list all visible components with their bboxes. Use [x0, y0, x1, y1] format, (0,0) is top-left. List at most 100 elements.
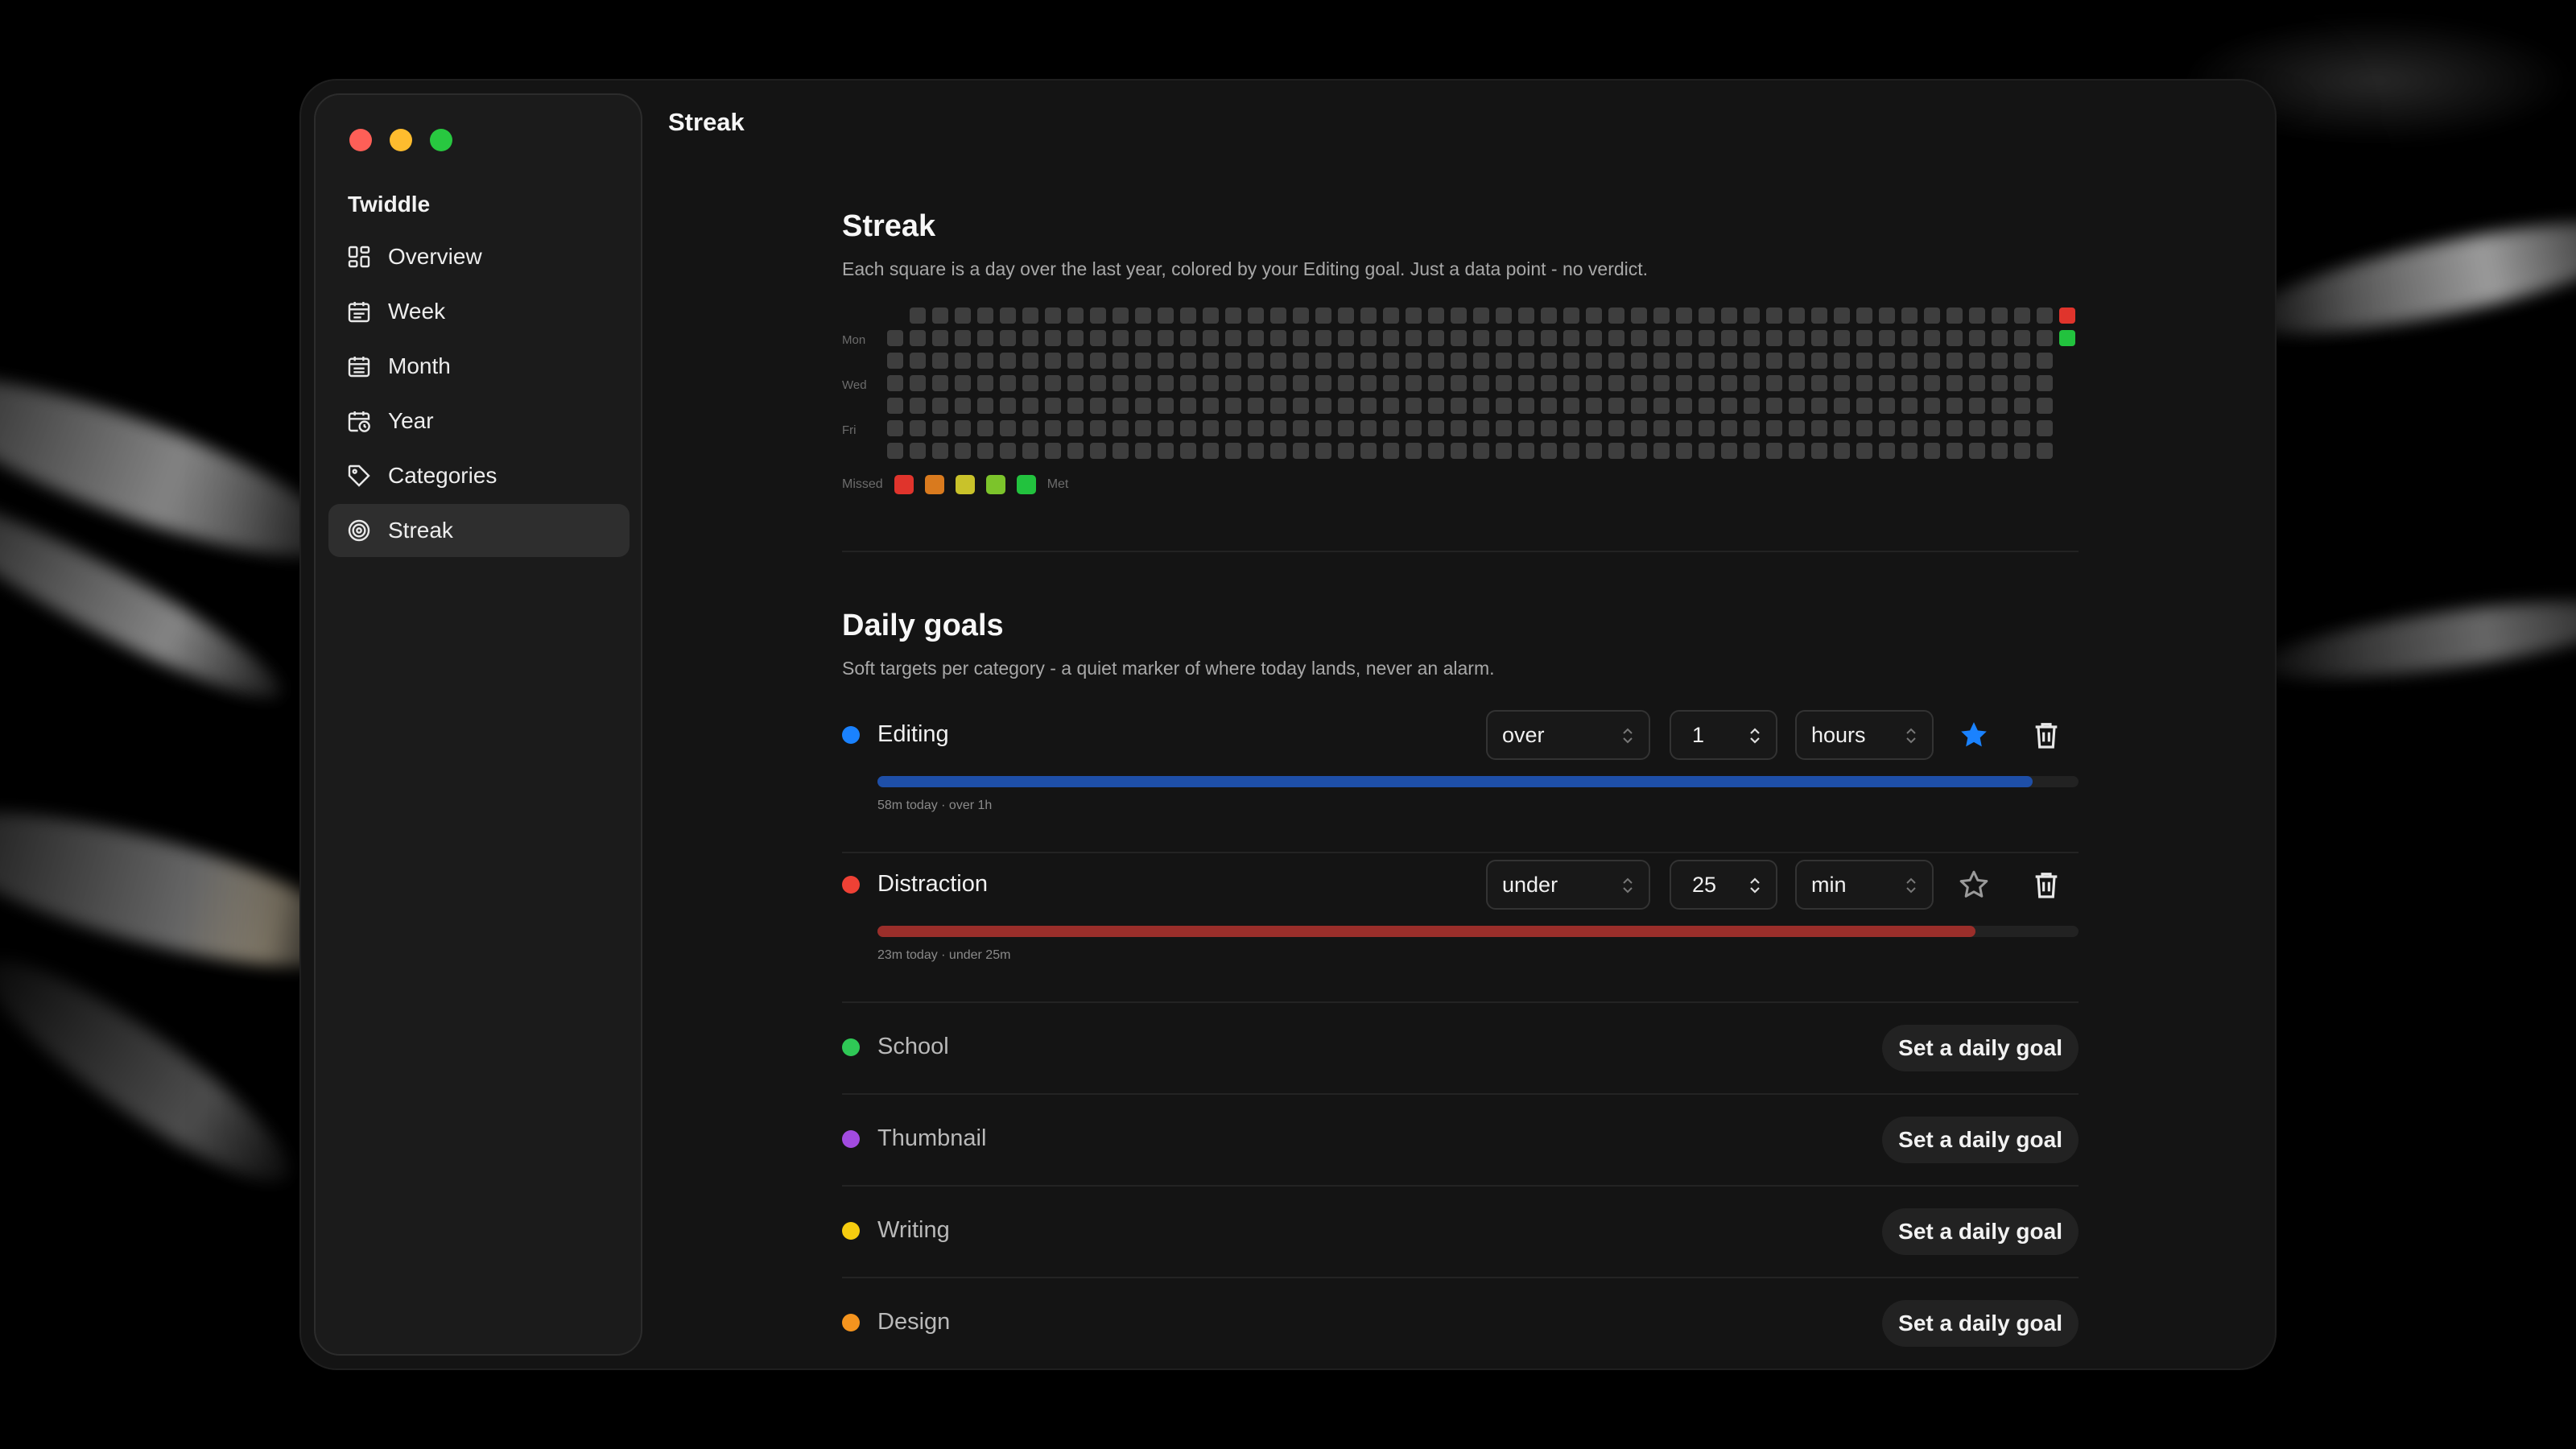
heatmap-day-cell [1879, 398, 1895, 414]
heatmap-day-cell [1158, 420, 1174, 436]
heatmap-day-cell [1563, 330, 1579, 346]
close-button[interactable] [349, 129, 372, 151]
set-daily-goal-button[interactable]: Set a daily goal [1882, 1025, 2079, 1071]
set-daily-goal-button[interactable]: Set a daily goal [1882, 1300, 2079, 1347]
sidebar-item-streak[interactable]: Streak [328, 504, 630, 557]
goal-unit-select[interactable]: min [1795, 860, 1934, 910]
legend-swatch [955, 475, 975, 494]
goal-mode-select[interactable]: under [1486, 860, 1650, 910]
heatmap-day-cell [1473, 308, 1489, 324]
set-daily-goal-button[interactable]: Set a daily goal [1882, 1117, 2079, 1163]
heatmap-day-cell [2014, 420, 2030, 436]
main-content: Streak Each square is a day over the las… [842, 209, 2079, 1368]
heatmap-day-cell [1135, 443, 1151, 459]
heatmap-day-cell [1518, 375, 1534, 391]
star-filled-icon[interactable] [1958, 719, 1990, 751]
heatmap-day-cell [1969, 443, 1985, 459]
heatmap-day-cell [1563, 375, 1579, 391]
sidebar-item-year[interactable]: Year [328, 394, 630, 448]
heatmap-day-cell [932, 398, 948, 414]
sidebar-item-categories[interactable]: Categories [328, 449, 630, 502]
heatmap-day-cell [1180, 308, 1196, 324]
heatmap-day-cell [1451, 330, 1467, 346]
goal-row-distraction: Distraction under 25 min 23m today · und… [842, 853, 2079, 1003]
minimize-button[interactable] [390, 129, 412, 151]
heatmap-day-cell [1879, 330, 1895, 346]
heatmap-day-cell [1496, 353, 1512, 369]
calendar-clock-icon [348, 411, 370, 432]
goal-amount-value: 1 [1692, 722, 1705, 747]
goal-amount-stepper[interactable]: 1 [1670, 710, 1777, 760]
heatmap-day-cell [1045, 330, 1061, 346]
target-icon [348, 519, 370, 542]
heatmap-day-cell [1360, 330, 1377, 346]
heatmap-day-cell [1473, 443, 1489, 459]
heatmap-day-cell [910, 330, 926, 346]
goal-progress-fill [877, 776, 2033, 787]
legend-swatch [985, 475, 1005, 494]
heatmap-day-cell [1541, 398, 1557, 414]
heatmap-day-cell [1586, 420, 1602, 436]
heatmap-day-cell [1338, 443, 1354, 459]
heatmap-day-cell [1586, 443, 1602, 459]
goal-mode-select[interactable]: over [1486, 710, 1650, 760]
sidebar-item-label: Overview [388, 244, 482, 269]
star-outline-icon[interactable] [1958, 869, 1990, 901]
heatmap-day-cell [2037, 443, 2053, 459]
heatmap-day-cell [1969, 308, 1985, 324]
heatmap-day-cell [1834, 398, 1850, 414]
heatmap-day-cell [1811, 330, 1827, 346]
heatmap-day-cell [1090, 330, 1106, 346]
heatmap-day-cell [1203, 398, 1219, 414]
heatmap-day-cell [1203, 353, 1219, 369]
heatmap-day-cell [1473, 330, 1489, 346]
heatmap-day-cell [1338, 330, 1354, 346]
heatmap-day-cell [1789, 308, 1805, 324]
heatmap-day-cell [2037, 330, 2053, 346]
heatmap-day-cell [1360, 420, 1377, 436]
heatmap-day-cell [1699, 353, 1715, 369]
heatmap-day-cell [1293, 375, 1309, 391]
heatmap-day-cell [1653, 308, 1670, 324]
heatmap-day-cell [1406, 443, 1422, 459]
heatmap-day-cell [1225, 420, 1241, 436]
heatmap-day-cell [1428, 375, 1444, 391]
heatmap-legend: Missed Met [842, 475, 2079, 494]
heatmap-day-cell [1022, 420, 1038, 436]
heatmap-day-cell [1203, 375, 1219, 391]
goal-amount-stepper[interactable]: 25 [1670, 860, 1777, 910]
heatmap-day-cell [1158, 308, 1174, 324]
heatmap-day-cell [1766, 308, 1782, 324]
heatmap-day-cell [1856, 353, 1872, 369]
heatmap-day-cell [1383, 420, 1399, 436]
zoom-button[interactable] [430, 129, 452, 151]
calendar-icon [348, 357, 370, 378]
sidebar-item-week[interactable]: Week [328, 285, 630, 338]
heatmap-day-cell [1360, 443, 1377, 459]
heatmap-day-cell [1969, 398, 1985, 414]
heatmap-day-cell [910, 443, 926, 459]
heatmap-day-cell [1383, 398, 1399, 414]
goal-unit-select[interactable]: hours [1795, 710, 1934, 760]
heatmap-day-cell [1225, 398, 1241, 414]
category-color-dot [842, 1222, 860, 1240]
heatmap-day-cell [1811, 398, 1827, 414]
heatmap-day-cell [1473, 375, 1489, 391]
heatmap-day-cell [1834, 420, 1850, 436]
goal-row-thumbnail: Thumbnail Set a daily goal [842, 1095, 2079, 1187]
sidebar-item-label: Month [388, 353, 451, 378]
heatmap-day-cell [1653, 330, 1670, 346]
heatmap-day-cell [1360, 375, 1377, 391]
streak-description: Each square is a day over the last year,… [842, 258, 1649, 279]
trash-icon[interactable] [2030, 869, 2062, 901]
heatmap-day-cell [1721, 420, 1737, 436]
sidebar-item-overview[interactable]: Overview [328, 230, 630, 283]
trash-icon[interactable] [2030, 719, 2062, 751]
heatmap-day-cell [1676, 398, 1692, 414]
set-daily-goal-button[interactable]: Set a daily goal [1882, 1208, 2079, 1255]
heatmap-day-cell [887, 330, 903, 346]
sidebar-item-month[interactable]: Month [328, 340, 630, 393]
heatmap-day-cell [1608, 443, 1624, 459]
goal-progress-track [877, 776, 2079, 787]
heatmap-day-cell [1563, 420, 1579, 436]
